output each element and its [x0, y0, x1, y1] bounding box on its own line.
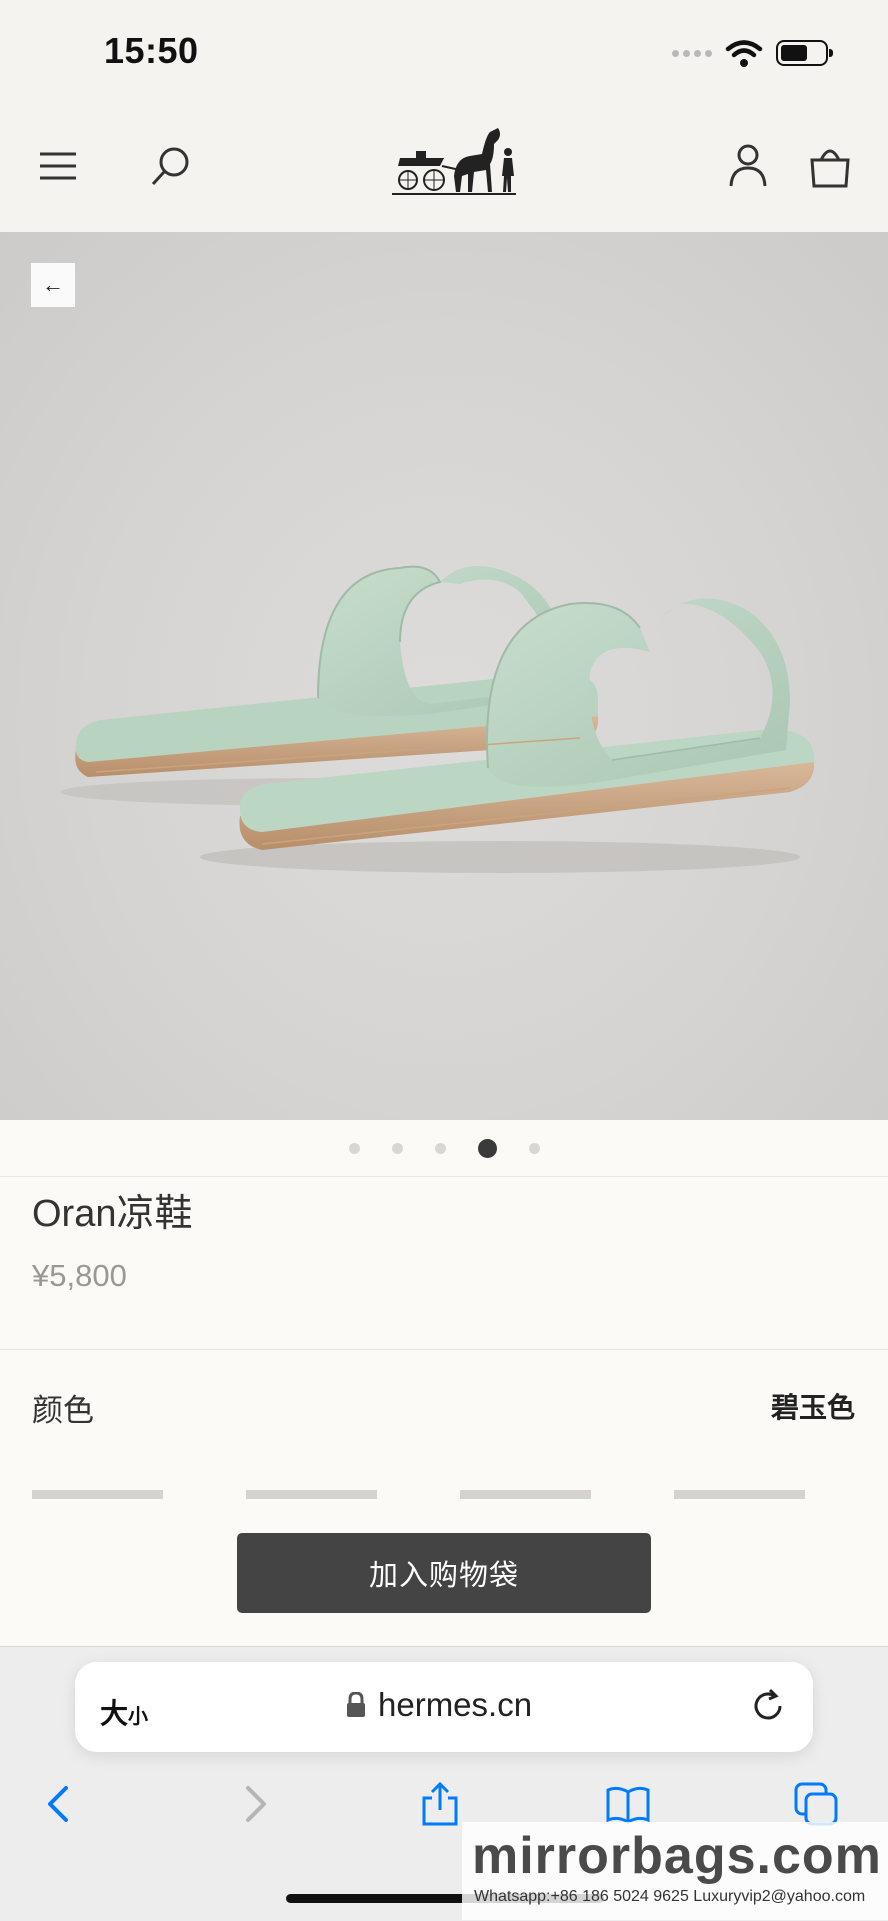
site-header [0, 100, 888, 232]
bookmarks-icon[interactable] [604, 1780, 652, 1828]
share-icon[interactable] [416, 1780, 464, 1828]
product-price: ¥5,800 [32, 1258, 127, 1293]
text-size-large-label: 大 [100, 1698, 129, 1729]
size-swatch[interactable] [246, 1490, 377, 1499]
size-swatch[interactable] [32, 1490, 163, 1499]
battery-icon [776, 40, 833, 66]
back-nav-icon[interactable] [36, 1780, 84, 1828]
status-time: 15:50 [104, 30, 199, 71]
reload-icon[interactable] [748, 1686, 788, 1726]
carousel-dot-active[interactable] [477, 1138, 497, 1158]
color-selector[interactable] [0, 1349, 888, 1459]
size-swatch[interactable] [674, 1490, 805, 1499]
add-to-bag-button[interactable]: 加入购物袋 [237, 1533, 651, 1613]
color-label: 颜色 [32, 1393, 94, 1428]
menu-icon[interactable] [32, 140, 84, 192]
back-button[interactable]: ← [31, 263, 75, 307]
hermes-logo-icon[interactable] [390, 118, 518, 198]
text-size-small-label: 小 [128, 1706, 149, 1728]
cellular-signal-icon [672, 49, 712, 57]
url-text: hermes.cn [378, 1686, 533, 1723]
product-title: Oran凉鞋 [32, 1193, 193, 1235]
size-swatch-strip [0, 1458, 888, 1518]
carousel-dots[interactable] [0, 1120, 888, 1176]
carousel-dot[interactable] [434, 1142, 446, 1154]
arrow-left-icon: ← [42, 272, 64, 297]
search-icon[interactable] [145, 140, 197, 192]
product-image[interactable] [0, 232, 888, 1120]
carousel-dot[interactable] [528, 1142, 540, 1154]
url-display[interactable]: hermes.cn [346, 1686, 532, 1724]
forward-nav-icon[interactable] [230, 1780, 278, 1828]
color-value: 碧玉色 [770, 1392, 855, 1423]
lock-icon [347, 1692, 365, 1717]
wifi-icon [725, 40, 763, 67]
text-size-button[interactable]: 大小 [100, 1692, 148, 1732]
carousel-dot[interactable] [391, 1142, 403, 1154]
sandal-illustration [60, 565, 815, 873]
watermark-text: mirrorbags.com [472, 1827, 882, 1885]
watermark-contact: Whatsapp:+86 186 5024 9625 Luxuryvip2@ya… [474, 1888, 866, 1905]
carousel-dot[interactable] [348, 1142, 360, 1154]
account-icon[interactable] [722, 140, 774, 192]
status-indicators [672, 38, 833, 68]
shopping-bag-icon[interactable] [804, 140, 856, 192]
size-swatch[interactable] [460, 1490, 591, 1499]
tabs-icon[interactable] [792, 1780, 840, 1828]
